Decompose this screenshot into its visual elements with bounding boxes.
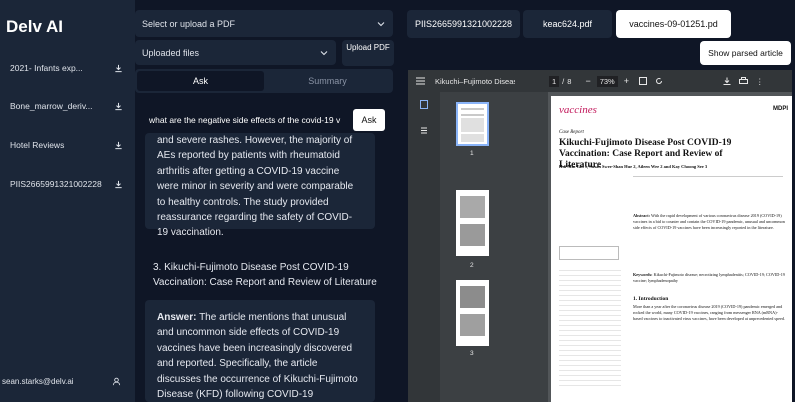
user-account[interactable]: sean.starks@delv.ai [0, 372, 135, 390]
answer-card: Answer: The article mentions that unusua… [145, 300, 375, 402]
answer-text: and severe rashes. However, the majority… [157, 135, 354, 239]
print-icon[interactable] [738, 77, 748, 85]
more-options-icon[interactable]: ⋮ [756, 77, 764, 86]
download-icon[interactable] [114, 180, 123, 189]
doc-tab-vaccines[interactable]: vaccines-09-01251.pd [616, 10, 731, 38]
download-icon[interactable] [114, 102, 123, 111]
tab-ask[interactable]: Ask [137, 71, 264, 91]
sidebar-item-label: 2021- Infants exp... [10, 63, 83, 73]
pdf-page: vaccines MDPI Case Report Kikuchi-Fujimo… [551, 96, 792, 402]
answer-label: Answer: [157, 312, 197, 323]
thumbnail-number: 3 [470, 350, 474, 357]
thumbnail-number: 1 [470, 150, 474, 157]
fit-page-icon[interactable] [638, 77, 647, 85]
thumbnail-view-icon[interactable] [420, 100, 428, 109]
article-authors: Hui Min Tan 1, Susan Swee-Shan Hue 2, Ai… [559, 164, 708, 169]
menu-icon[interactable] [416, 77, 425, 85]
document-panel: PIIS2665991321002228 keac624.pdf vaccine… [396, 0, 795, 402]
user-icon[interactable] [112, 377, 121, 386]
section-heading: 1. Introduction [633, 296, 669, 302]
zoom-out-icon[interactable]: − [585, 76, 590, 86]
tab-summary[interactable]: Summary [264, 71, 391, 91]
keywords-text: Kikuchi-Fujimoto disease; necrotizing ly… [633, 272, 785, 283]
pdf-toolbar: Kikuchi–Fujimoto Disease Post ... 1 / 8 … [408, 70, 792, 92]
result-doc-title: 3. Kikuchi-Fujimoto Disease Post COVID-1… [153, 262, 377, 289]
download-icon[interactable] [723, 77, 731, 85]
article-category: Case Report [559, 130, 584, 135]
zoom-level[interactable]: 73% [596, 75, 618, 87]
page-thumbnail[interactable] [456, 280, 489, 346]
page-thumbnail[interactable] [456, 102, 489, 146]
answer-card: and severe rashes. However, the majority… [145, 133, 375, 238]
sidebar-item-label: PIIS2665991321002228 [10, 179, 102, 189]
answer-text: The article mentions that unusual and un… [157, 312, 358, 401]
pdf-viewer: Kikuchi–Fujimoto Disease Post ... 1 / 8 … [408, 70, 792, 402]
sidebar-item-label: Bone_marrow_deriv... [10, 101, 93, 111]
uploaded-files-dropdown[interactable]: Uploaded files [135, 40, 336, 65]
page-total: 8 [567, 76, 572, 86]
download-icon[interactable] [114, 64, 123, 73]
abstract: Abstract: With the rapid development of … [633, 213, 785, 267]
chevron-down-icon [320, 50, 328, 55]
doc-tab-keac624[interactable]: keac624.pdf [523, 10, 612, 38]
abstract-text: With the rapid development of various co… [633, 213, 785, 230]
sidebar-item-piis[interactable]: PIIS2665991321002228 [0, 172, 135, 196]
pdf-filename: Kikuchi–Fujimoto Disease Post ... [435, 76, 515, 86]
mode-tabs: Ask Summary [135, 69, 393, 93]
uploaded-files-label: Uploaded files [142, 47, 200, 58]
intro-text: More than a year after the coronavirus d… [633, 304, 785, 321]
sidebar-item-label: Hotel Reviews [10, 140, 65, 150]
chevron-down-icon [377, 21, 385, 26]
download-icon[interactable] [114, 141, 123, 150]
question-input[interactable]: what are the negative side effects of th… [143, 109, 343, 131]
sidebar-item-infants[interactable]: 2021- Infants exp... [0, 56, 135, 80]
chat-panel: Select or upload a PDF Uploaded files Up… [135, 0, 396, 402]
app-title: Delv AI [6, 17, 64, 36]
sidebar-item-bone-marrow[interactable]: Bone_marrow_deriv... [0, 94, 135, 118]
keywords-label: Keywords: [633, 272, 653, 277]
sidebar: Delv AI 2021- Infants exp... Bone_marrow… [0, 0, 135, 402]
keywords: Keywords: Kikuchi-Fujimoto disease; necr… [633, 272, 785, 285]
ask-button[interactable]: Ask [353, 109, 385, 131]
upload-pdf-button[interactable]: Upload PDF [342, 40, 394, 66]
abstract-label: Abstract: [633, 213, 650, 218]
rotate-icon[interactable] [655, 77, 663, 85]
zoom-in-icon[interactable]: + [624, 76, 629, 86]
select-pdf-placeholder: Select or upload a PDF [142, 18, 236, 29]
journal-name: vaccines [559, 104, 597, 116]
page-separator: / [562, 76, 565, 86]
user-email: sean.starks@delv.ai [2, 376, 74, 386]
select-pdf-dropdown[interactable]: Select or upload a PDF [135, 10, 393, 37]
publisher-logo: MDPI [773, 106, 788, 112]
doc-tab-piis[interactable]: PIIS2665991321002228 [407, 10, 520, 38]
thumbnail-sidebar [408, 92, 440, 402]
outline-view-icon[interactable] [420, 126, 428, 135]
page-number-input[interactable]: 1 [549, 75, 560, 87]
page-thumbnail[interactable] [456, 190, 489, 256]
thumbnail-number: 2 [470, 262, 474, 269]
show-parsed-article-button[interactable]: Show parsed article [700, 41, 791, 65]
sidebar-item-hotel-reviews[interactable]: Hotel Reviews [0, 133, 135, 157]
question-row: what are the negative side effects of th… [143, 109, 386, 131]
